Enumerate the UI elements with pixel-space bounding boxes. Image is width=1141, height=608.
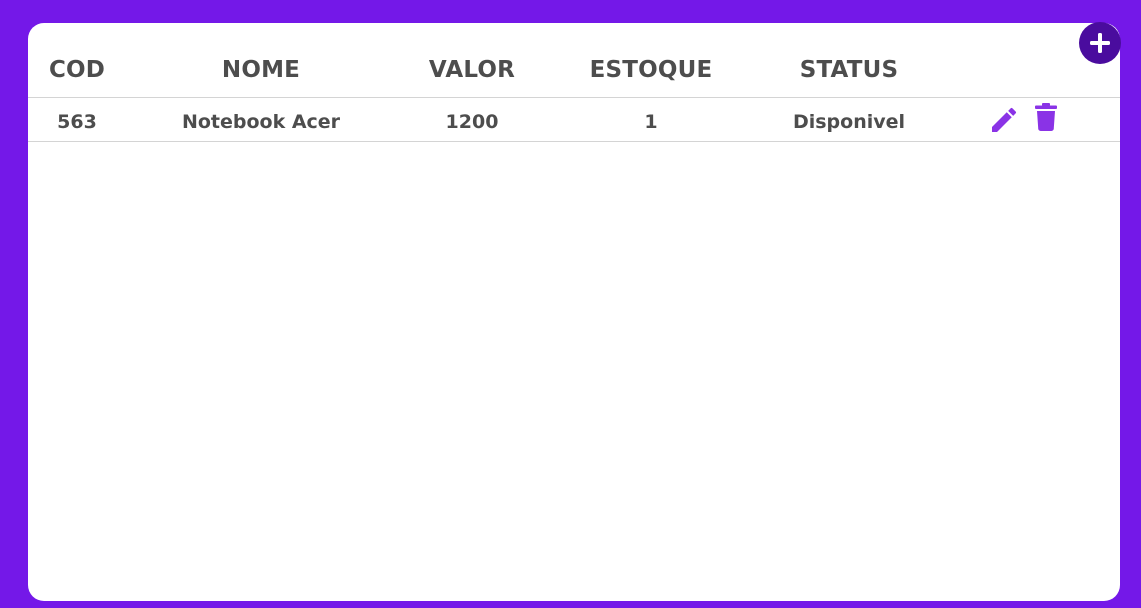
edit-button[interactable]	[988, 104, 1020, 136]
column-header-status: STATUS	[799, 57, 899, 83]
cell-estoque: 1	[644, 110, 658, 133]
column-header-estoque: ESTOQUE	[589, 57, 713, 83]
delete-button[interactable]	[1035, 102, 1057, 131]
column-header-cod: COD	[48, 57, 106, 83]
products-card: COD NOME VALOR ESTOQUE STATUS 563 Notebo…	[28, 23, 1120, 601]
cell-nome: Notebook Acer	[181, 110, 341, 133]
column-header-valor: VALOR	[428, 57, 516, 83]
cell-valor: 1200	[445, 110, 499, 133]
table-row: 563 Notebook Acer 1200 1 Disponivel	[28, 98, 1120, 142]
plus-icon	[1090, 33, 1110, 53]
cell-status: Disponivel	[792, 110, 906, 133]
column-header-nome: NOME	[221, 57, 301, 83]
add-product-button[interactable]	[1079, 22, 1121, 64]
row-actions	[986, 98, 1066, 141]
pencil-icon	[992, 107, 1017, 132]
cell-cod: 563	[57, 110, 97, 133]
table-header: COD NOME VALOR ESTOQUE STATUS	[28, 23, 1120, 98]
trash-icon	[1035, 102, 1057, 131]
